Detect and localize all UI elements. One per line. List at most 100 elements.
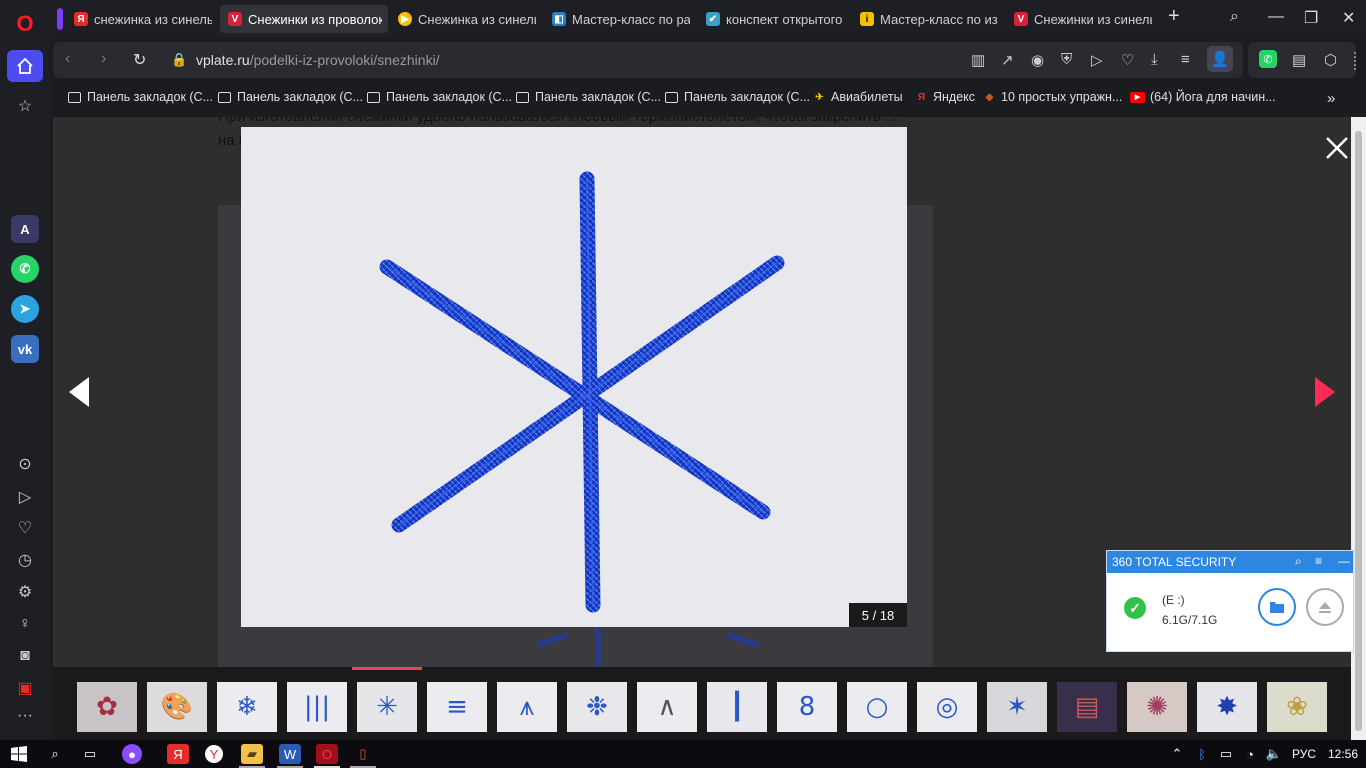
easy-setup-icon[interactable]: ≡ bbox=[1181, 51, 1190, 68]
settings-icon[interactable]: ⚙ bbox=[11, 578, 39, 606]
tab-1[interactable]: Я снежинка из синельно bbox=[66, 5, 218, 33]
scroll-thumb[interactable] bbox=[1355, 131, 1362, 731]
tips-icon[interactable]: ♀ bbox=[11, 610, 39, 638]
tab-7[interactable]: V Снежинки из синельн bbox=[1006, 5, 1158, 33]
yandex-app-icon[interactable]: Y bbox=[205, 745, 223, 763]
tray-chevron-icon[interactable]: ⌃ bbox=[1166, 744, 1188, 764]
gallery-thumb-5[interactable]: ✳ bbox=[357, 682, 417, 732]
heart-icon[interactable]: ♡ bbox=[11, 514, 39, 542]
minimize-button[interactable]: — bbox=[1268, 8, 1284, 26]
home-icon[interactable] bbox=[7, 50, 43, 82]
bookmark-folder-3[interactable]: Панель закладок (С... bbox=[367, 90, 512, 104]
history-icon[interactable]: ◷ bbox=[11, 546, 39, 574]
eject-button[interactable] bbox=[1306, 588, 1344, 626]
yandex-browser-icon[interactable]: Я bbox=[167, 744, 189, 764]
gallery-thumb-6[interactable]: ≡ bbox=[427, 682, 487, 732]
bookmark-folder-1[interactable]: Панель закладок (С... bbox=[68, 90, 213, 104]
volume-icon[interactable]: 🔈 bbox=[1263, 744, 1285, 764]
tab-2[interactable]: V Снежинки из проволоки bbox=[220, 5, 388, 33]
bookmark-folder-5[interactable]: Панель закладок (С... bbox=[665, 90, 810, 104]
gallery-thumb-18[interactable]: ❀ bbox=[1267, 682, 1327, 732]
gallery-photo[interactable]: 5 / 18 bbox=[241, 127, 907, 627]
file-explorer-icon[interactable]: ▰ bbox=[241, 744, 263, 764]
tab-4[interactable]: ◧ Мастер-класс по разв bbox=[544, 5, 696, 33]
bookmark-folder-4[interactable]: Панель закладок (С... bbox=[516, 90, 661, 104]
close-lightbox-icon[interactable] bbox=[1323, 134, 1351, 162]
share-icon[interactable]: ↗ bbox=[1001, 51, 1014, 69]
gallery-thumb-11[interactable]: 8 bbox=[777, 682, 837, 732]
windows-start-icon[interactable] bbox=[8, 744, 30, 764]
video-icon[interactable]: ▣ bbox=[11, 674, 39, 702]
gallery-thumb-8[interactable]: ❉ bbox=[567, 682, 627, 732]
clock[interactable]: 12:56 bbox=[1328, 747, 1358, 761]
search-tabs-icon[interactable]: ⌕ bbox=[1230, 8, 1239, 26]
panel-menu-icon[interactable] bbox=[1354, 52, 1358, 70]
alice-icon[interactable]: ● bbox=[122, 744, 142, 764]
telegram-icon[interactable]: ➤ bbox=[11, 295, 39, 323]
gallery-thumb-9[interactable]: ∧ bbox=[637, 682, 697, 732]
gallery-thumb-17[interactable]: ✸ bbox=[1197, 682, 1257, 732]
word-icon[interactable]: W bbox=[279, 744, 301, 764]
profile-icon[interactable]: 👤 bbox=[1207, 46, 1233, 72]
cube-ext-icon[interactable]: ⬡ bbox=[1324, 51, 1337, 69]
tab-5[interactable]: ✔ конспект открытого за bbox=[698, 5, 850, 33]
instagram-icon[interactable]: ◙ bbox=[11, 642, 39, 670]
gallery-thumb-13[interactable]: ◎ bbox=[917, 682, 977, 732]
whatsapp-icon[interactable]: ✆ bbox=[11, 255, 39, 283]
send-icon[interactable]: ▷ bbox=[11, 483, 39, 511]
favorite-icon[interactable]: ♡ bbox=[1121, 51, 1134, 69]
gallery-thumb-1[interactable]: ✿ bbox=[77, 682, 137, 732]
battery-icon[interactable]: ▭ bbox=[1215, 744, 1237, 764]
opera-taskbar-icon[interactable]: O bbox=[316, 744, 338, 764]
url-field[interactable]: vplate.ru/podelki-iz-provoloki/snezhinki… bbox=[196, 52, 440, 68]
opera-logo-icon[interactable]: O bbox=[11, 10, 39, 38]
vk-icon[interactable]: vk bbox=[11, 335, 39, 363]
search-icon[interactable]: ⌕ bbox=[1295, 554, 1302, 569]
gallery-thumb-4[interactable]: ||| bbox=[287, 682, 347, 732]
more-icon[interactable]: ··· bbox=[11, 702, 39, 730]
star-icon[interactable]: ☆ bbox=[11, 92, 39, 120]
next-arrow-icon[interactable] bbox=[1311, 375, 1339, 414]
bookmark-youtube[interactable]: ▶ (64) Йога для начин... bbox=[1130, 90, 1276, 104]
gallery-thumb-16[interactable]: ✺ bbox=[1127, 682, 1187, 732]
gallery-thumb-15[interactable]: ▤ bbox=[1057, 682, 1117, 732]
restore-button[interactable]: ❐ bbox=[1304, 8, 1318, 28]
task-view-icon[interactable]: ▭ bbox=[79, 744, 101, 764]
new-tab-button[interactable]: + bbox=[1168, 5, 1180, 28]
bookmarks-more-icon[interactable]: » bbox=[1327, 90, 1335, 107]
gallery-thumb-14[interactable]: ✶ bbox=[987, 682, 1047, 732]
language-indicator[interactable]: РУС bbox=[1292, 747, 1316, 761]
network-icon[interactable]: ◔ bbox=[1239, 744, 1261, 764]
close-window-button[interactable]: ✕ bbox=[1342, 8, 1355, 28]
whatsapp-ext-icon[interactable]: ✆ bbox=[1259, 50, 1277, 68]
office-icon[interactable]: ▯ bbox=[352, 744, 374, 764]
gallery-thumb-12[interactable]: ○ bbox=[847, 682, 907, 732]
download-icon[interactable]: ⤓ bbox=[1151, 51, 1158, 68]
bookmark-avia[interactable]: ✈ Авиабилеты bbox=[813, 90, 902, 104]
forward-button[interactable]: › bbox=[101, 50, 106, 68]
news-ext-icon[interactable]: ▤ bbox=[1292, 51, 1306, 69]
gallery-thumb-2[interactable]: 🎨 bbox=[147, 682, 207, 732]
tab-3[interactable]: ▶ Снежинка из синельно bbox=[390, 5, 542, 33]
gallery-thumb-7[interactable]: ⩚ bbox=[497, 682, 557, 732]
bookmark-exercises[interactable]: ◆ 10 простых упражн... bbox=[983, 90, 1123, 104]
search-icon[interactable]: ⌕ bbox=[44, 744, 66, 764]
bookmark-folder-2[interactable]: Панель закладок (С... bbox=[218, 90, 363, 104]
back-button[interactable]: ‹ bbox=[65, 50, 70, 68]
aria-icon[interactable]: A bbox=[11, 215, 39, 243]
prev-arrow-icon[interactable] bbox=[65, 375, 93, 414]
camera-icon[interactable]: ◉ bbox=[1031, 51, 1044, 69]
tab-6[interactable]: i Мастер-класс по изго bbox=[852, 5, 1004, 33]
flow-icon[interactable]: ▷ bbox=[1091, 51, 1103, 69]
gallery-thumb-3[interactable]: ❄ bbox=[217, 682, 277, 732]
reload-button[interactable]: ↻ bbox=[133, 50, 146, 70]
shield-icon[interactable]: ⛨ bbox=[1061, 51, 1072, 68]
minimize-icon[interactable]: — bbox=[1338, 554, 1350, 568]
bluetooth-icon[interactable]: ᛒ bbox=[1191, 744, 1213, 764]
menu-icon[interactable]: ≡ bbox=[1315, 554, 1322, 568]
reader-icon[interactable]: ▥ bbox=[971, 51, 985, 69]
open-folder-button[interactable] bbox=[1258, 588, 1296, 626]
gallery-thumb-10[interactable]: ┃ bbox=[707, 682, 767, 732]
bookmark-yandex[interactable]: Я Яндекс bbox=[915, 90, 975, 104]
player-icon[interactable]: ⊙ bbox=[11, 450, 39, 478]
